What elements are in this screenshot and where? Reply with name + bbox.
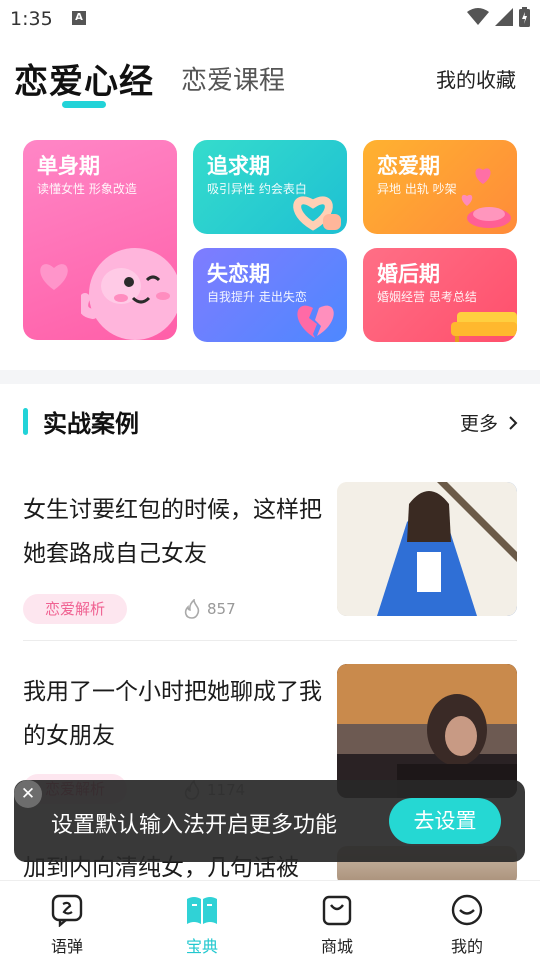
heart-hands-icon <box>293 196 341 231</box>
tab-active-indicator <box>62 101 106 108</box>
tab-love-tips[interactable]: 恋爱心经 <box>14 54 154 103</box>
article-card[interactable]: 女生讨要红包的时候，这样把她套路成自己女友 恋爱解析 857 <box>23 482 517 642</box>
category-card-in-love[interactable]: 恋爱期 异地 出轨 吵架 <box>363 140 517 234</box>
category-card-married[interactable]: 婚后期 婚姻经营 思考总结 <box>363 248 517 342</box>
status-bar: 1:35 A <box>0 0 540 36</box>
cute-mascot-icon <box>81 248 177 340</box>
category-subtitle: 读懂女性 形象改造 <box>37 182 137 196</box>
category-grid: 单身期 读懂女性 形象改造 追求期 吸引异性 约会表白 恋爱期 异地 出轨 吵架 <box>23 140 517 342</box>
article-headline: 我用了一个小时把她聊成了我的女朋友 <box>23 679 322 749</box>
category-title: 单身期 <box>37 154 100 178</box>
photo-girl-swing <box>337 482 517 616</box>
hearts-gift-icon <box>461 168 511 228</box>
section-divider <box>0 370 540 384</box>
header: 恋爱心经 恋爱课程 我的收藏 <box>0 48 540 112</box>
bottom-nav: 语弹 宝典 商城 我的 <box>0 880 540 960</box>
photo-girl-sunset <box>337 664 517 798</box>
flame-icon <box>184 599 200 619</box>
more-label: 更多 <box>459 413 498 435</box>
heart-icon <box>40 264 68 290</box>
article-view-count: 857 <box>207 600 236 618</box>
book-icon <box>187 897 217 924</box>
nav-label: 宝典 <box>185 937 218 956</box>
category-card-pursuit[interactable]: 追求期 吸引异性 约会表白 <box>193 140 347 234</box>
broken-heart-icon <box>297 305 334 338</box>
status-icons <box>467 7 530 27</box>
nav-label: 商城 <box>320 937 353 956</box>
nav-item-me[interactable]: 我的 <box>427 893 507 957</box>
article-views: 857 <box>183 599 236 619</box>
go-settings-button[interactable]: 去设置 <box>389 798 501 844</box>
input-method-toast: ✕ 设置默认输入法开启更多功能 去设置 <box>14 780 525 862</box>
chevron-right-icon <box>509 416 518 430</box>
category-subtitle: 异地 出轨 吵架 <box>377 182 457 196</box>
shop-bag-icon <box>322 895 352 926</box>
nav-item-chat[interactable]: 语弹 <box>27 893 107 957</box>
smile-icon <box>451 894 483 926</box>
nav-item-shop[interactable]: 商城 <box>297 893 377 957</box>
category-card-breakup[interactable]: 失恋期 自我提升 走出失恋 <box>193 248 347 342</box>
article-thumbnail <box>337 664 517 798</box>
signal-icon <box>495 8 513 26</box>
list-separator <box>23 640 517 641</box>
chat-icon <box>51 894 83 927</box>
article-headline: 女生讨要红包的时候，这样把她套路成自己女友 <box>23 497 322 567</box>
category-title: 恋爱期 <box>377 154 440 178</box>
category-title: 婚后期 <box>377 262 440 286</box>
section-header: 实战案例 更多 <box>0 400 540 444</box>
article-tag[interactable]: 恋爱解析 <box>23 594 127 624</box>
wifi-icon <box>467 8 489 25</box>
battery-icon <box>519 7 530 27</box>
more-link[interactable]: 更多 <box>460 409 518 436</box>
status-time: 1:35 <box>10 8 53 30</box>
category-title: 追求期 <box>207 154 270 178</box>
section-title: 实战案例 <box>43 410 139 438</box>
my-favorites-link[interactable]: 我的收藏 <box>436 64 516 93</box>
nav-label: 我的 <box>450 937 483 956</box>
article-thumbnail <box>337 482 517 616</box>
sofa-icon <box>451 312 517 342</box>
category-title: 失恋期 <box>207 262 270 286</box>
close-icon[interactable]: ✕ <box>14 780 42 808</box>
section-accent-bar <box>23 408 28 435</box>
nav-item-guide[interactable]: 宝典 <box>162 893 242 957</box>
tab-love-courses[interactable]: 恋爱课程 <box>181 60 285 97</box>
keyboard-a-icon: A <box>72 11 86 25</box>
toast-message: 设置默认输入法开启更多功能 <box>51 813 338 838</box>
nav-label: 语弹 <box>50 937 83 956</box>
category-card-single[interactable]: 单身期 读懂女性 形象改造 <box>23 140 177 340</box>
